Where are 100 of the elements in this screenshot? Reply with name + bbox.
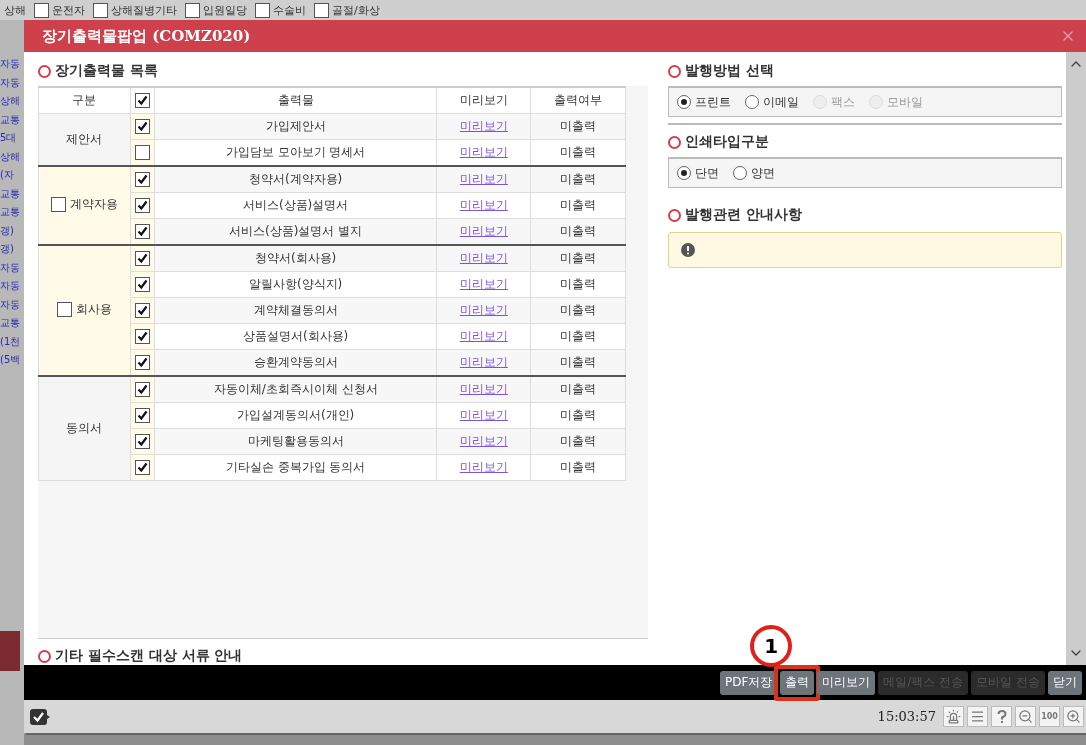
list-item-text: 자동 [0, 75, 21, 90]
table-cell: 미출력 [530, 166, 626, 193]
radio-option[interactable]: 프린트 [677, 93, 731, 111]
window-title: 장기출력물팝업 (COMZ020) [42, 26, 252, 46]
section-title: 기타 필수스캔 대상 서류 안내 [55, 647, 243, 665]
clock-time: 15:03:57 [877, 709, 936, 724]
table-cell: 미출력 [530, 454, 626, 481]
table-cell: 계약체결동의서 [154, 297, 437, 324]
checkbox[interactable] [134, 224, 150, 239]
checkbox[interactable] [93, 2, 108, 18]
filter-label: 입원일당 [203, 2, 247, 18]
filter-label: 수술비 [273, 2, 306, 18]
list-item-text: 자동 [0, 57, 21, 71]
section-title: 발행방법 선택 [685, 62, 774, 80]
group-checkbox[interactable] [50, 197, 66, 212]
ring-icon [668, 64, 681, 78]
ring-icon [38, 649, 51, 663]
group-checkbox[interactable] [56, 302, 72, 317]
table-cell: 청약서(회사용) [154, 245, 437, 272]
checkbox[interactable] [134, 145, 150, 160]
section-title: 인쇄타입구분 [685, 133, 769, 151]
zoom-in-icon[interactable] [1063, 706, 1084, 727]
table-cell: 마케팅활용동의서 [154, 428, 437, 455]
table-cell: 알릴사항(양식지) [154, 271, 437, 298]
checkbox[interactable] [134, 329, 150, 344]
checkbox[interactable] [134, 355, 150, 370]
section-title: 발행관련 안내사항 [685, 206, 802, 224]
group-label: 제안서 [66, 132, 103, 146]
list-item-text: (5백 [0, 353, 22, 367]
checkbox[interactable] [185, 2, 200, 18]
group-label: 회사용 [75, 301, 112, 318]
list-item-text: 5대 [0, 131, 18, 145]
checkbox[interactable] [134, 198, 150, 213]
help-icon[interactable] [991, 706, 1012, 727]
table-cell: 미출력 [530, 323, 626, 350]
table-cell: 청약서(계약자용) [154, 166, 437, 193]
table-cell: 미출력 [530, 192, 626, 219]
table-cell: 미출력 [530, 376, 626, 403]
checkbox[interactable] [134, 460, 150, 475]
checkbox[interactable] [314, 2, 329, 18]
exclamation-icon [681, 243, 695, 257]
table-cell: 기타실손 중복가입 동의서 [154, 454, 437, 481]
checkbox[interactable] [134, 251, 150, 266]
list-item-text: (자 [0, 168, 15, 182]
zoom-out-icon[interactable] [1015, 706, 1036, 727]
ring-icon [668, 208, 681, 222]
ring-icon [38, 64, 51, 78]
scrollbar[interactable] [1066, 52, 1086, 665]
list-item-text: 상해 [0, 94, 21, 108]
filter-label: 운전자 [52, 2, 85, 18]
list-item-text: 자동 [0, 260, 21, 275]
group-label: 동의서 [66, 421, 103, 435]
checkbox[interactable] [134, 382, 150, 397]
actual-size-button[interactable]: 100 [1039, 706, 1060, 727]
filter-label: 상해 [4, 2, 26, 18]
radio-option[interactable]: 양면 [733, 164, 775, 182]
table-cell: 미출력 [530, 402, 626, 429]
list-item-text: 자동 [0, 297, 21, 312]
select-all-checkbox[interactable] [134, 93, 150, 108]
list-item-text: 교통 [0, 316, 21, 330]
table-cell: 미출력 [530, 113, 626, 140]
checkbox[interactable] [134, 303, 150, 318]
section-title: 장기출력물 목록 [55, 62, 158, 80]
menu-icon[interactable] [967, 706, 988, 727]
group-label: 계약자용 [69, 196, 118, 213]
action-button[interactable]: 미리보기 [817, 670, 876, 695]
table-cell: 상품설명서(회사용) [154, 323, 437, 350]
table-cell: 가입제안서 [154, 113, 437, 140]
list-item-text: 교통 [0, 112, 21, 127]
table-cell: 미출력 [530, 271, 626, 298]
table-cell: 가입설계동의서(개인) [154, 402, 437, 429]
checkbox[interactable] [134, 408, 150, 423]
list-item-text: 갱) [0, 242, 15, 256]
ring-icon [668, 135, 681, 149]
list-item-text: 자동 [0, 279, 21, 293]
checkbox-memo-icon[interactable] [30, 708, 50, 725]
step-marker: 1 [750, 624, 793, 667]
checkbox[interactable] [134, 434, 150, 449]
siren-icon[interactable] [943, 706, 964, 727]
list-item-text: 갱) [0, 223, 15, 238]
checkbox[interactable] [134, 119, 150, 134]
filter-label: 상해질병기타 [111, 2, 177, 18]
filter-label: 골절/화상 [332, 2, 380, 18]
table-cell: 자동이체/초회즉시이체 신청서 [154, 376, 437, 403]
action-button[interactable]: 출력 [780, 670, 815, 695]
action-button[interactable]: 닫기 [1048, 670, 1082, 695]
list-item-text: 상해 [0, 149, 21, 164]
checkbox[interactable] [255, 2, 270, 18]
table-cell: 미출력 [530, 297, 626, 324]
table-cell: 미출력 [530, 428, 626, 455]
radio-option[interactable]: 단면 [677, 164, 719, 182]
list-item-text: 교통 [0, 205, 21, 219]
list-item-text: 교통 [0, 186, 21, 201]
table-cell: 서비스(상품)설명서 [154, 192, 437, 219]
list-item-text: (1천 [0, 334, 22, 349]
checkbox[interactable] [134, 277, 150, 292]
radio-option[interactable]: 이메일 [745, 93, 799, 111]
checkbox[interactable] [34, 2, 49, 18]
checkbox[interactable] [134, 172, 150, 187]
table-cell: 미출력 [530, 245, 626, 272]
